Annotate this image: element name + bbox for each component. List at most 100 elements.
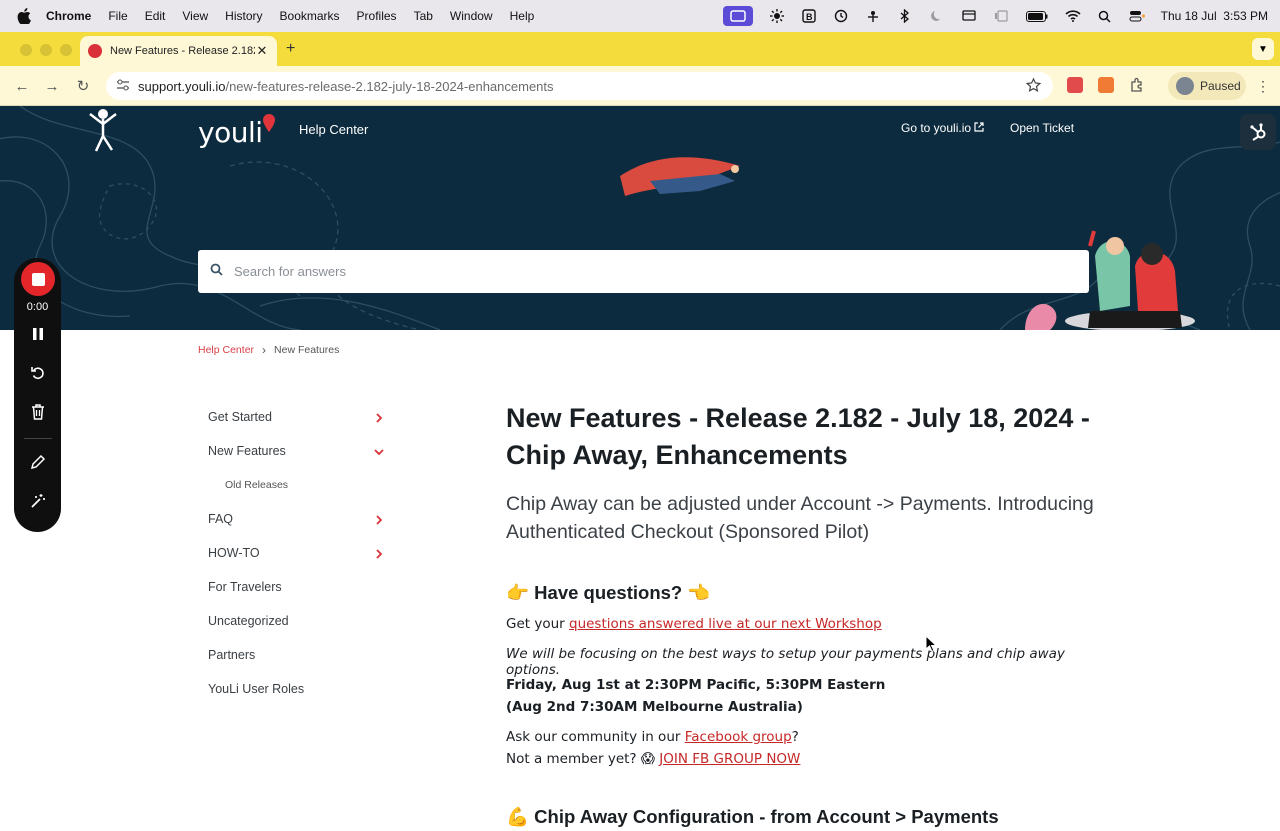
- sidebar-item-how-to[interactable]: HOW-TO: [208, 546, 388, 560]
- browser-menu-icon[interactable]: ⋮: [1256, 78, 1270, 95]
- trash-icon[interactable]: [27, 401, 49, 423]
- menu-bookmarks[interactable]: Bookmarks: [280, 9, 340, 23]
- open-ticket-link[interactable]: Open Ticket: [1010, 121, 1074, 135]
- extension-red-icon[interactable]: [1067, 77, 1083, 93]
- hubspot-widget-button[interactable]: [1240, 114, 1276, 150]
- moon-icon[interactable]: [929, 8, 945, 24]
- sidebar-item-label: FAQ: [208, 512, 234, 526]
- sidebar-item-uncategorized[interactable]: Uncategorized: [208, 614, 388, 628]
- menu-app-name[interactable]: Chrome: [46, 9, 91, 23]
- youli-logo[interactable]: youli: [198, 114, 275, 149]
- menu-tab[interactable]: Tab: [414, 9, 433, 23]
- sidebar-item-for-travelers[interactable]: For Travelers: [208, 580, 388, 594]
- browser-tab-strip: New Features - Release 2.182 ✕ + ▼: [0, 32, 1280, 66]
- hubspot-extension-icon[interactable]: [1098, 77, 1114, 93]
- menubar-clock[interactable]: Thu 18 Jul 3:53 PM: [1161, 9, 1268, 23]
- menubar-status-area: B Thu 18 Jul 3:53 PM: [722, 0, 1268, 32]
- time-machine-icon[interactable]: [833, 8, 849, 24]
- search-box[interactable]: [198, 250, 1089, 293]
- extensions-puzzle-icon[interactable]: [1129, 77, 1145, 93]
- maximize-window-button[interactable]: [60, 44, 72, 56]
- member-paragraph: Not a member yet? 😱 JOIN FB GROUP NOW: [506, 751, 1096, 767]
- bluetooth-icon[interactable]: [897, 8, 913, 24]
- focus-paragraph: We will be focusing on the best ways to …: [506, 646, 1065, 678]
- avatar: [1176, 77, 1194, 95]
- new-tab-icon[interactable]: +: [286, 40, 295, 58]
- minimize-window-button[interactable]: [40, 44, 52, 56]
- mouse-cursor-icon: [925, 635, 937, 653]
- chevron-down-icon[interactable]: [374, 447, 384, 457]
- app-root: Chrome File Edit View History Bookmarks …: [0, 0, 1280, 831]
- close-tab-icon[interactable]: ✕: [255, 43, 269, 59]
- sidebar-item-faq[interactable]: FAQ: [208, 512, 388, 526]
- sidebar-item-get-started[interactable]: Get Started: [208, 410, 388, 424]
- breadcrumb-chevron-icon: ›: [262, 343, 267, 357]
- forward-icon[interactable]: →: [42, 76, 62, 96]
- address-bar[interactable]: support.youli.io/new-features-release-2.…: [106, 72, 1053, 100]
- chevron-right-icon[interactable]: [374, 549, 384, 559]
- menu-window[interactable]: Window: [450, 9, 493, 23]
- stage-manager-icon[interactable]: [993, 8, 1009, 24]
- reload-icon[interactable]: ↻: [73, 76, 93, 96]
- join-fb-group-link[interactable]: JOIN FB GROUP NOW: [659, 751, 800, 767]
- stop-recording-button[interactable]: [21, 262, 55, 296]
- sidebar-item-label: YouLi User Roles: [208, 682, 305, 696]
- external-link-icon: [974, 122, 984, 132]
- screen-recorder-icon[interactable]: [722, 6, 753, 26]
- menu-file[interactable]: File: [108, 9, 127, 23]
- pause-icon[interactable]: [27, 323, 49, 345]
- screen-recorder-toolbar: 0:00: [14, 258, 61, 532]
- sidebar-item-partners[interactable]: Partners: [208, 648, 388, 662]
- chip-away-config-heading: 💪 Chip Away Configuration - from Account…: [506, 806, 999, 827]
- topographic-background: [0, 106, 1280, 330]
- menu-history[interactable]: History: [225, 9, 262, 23]
- ask-suffix-text: ?: [791, 729, 799, 745]
- toolbar-divider: [24, 438, 52, 439]
- sidebar-item-user-roles[interactable]: YouLi User Roles: [208, 682, 388, 696]
- go-to-youli-link[interactable]: Go to youli.io: [901, 121, 984, 135]
- go-to-youli-label: Go to youli.io: [901, 121, 972, 135]
- spotlight-search-icon[interactable]: [1097, 8, 1113, 24]
- restart-icon[interactable]: [27, 362, 49, 384]
- sidebar-item-label: Old Releases: [225, 479, 289, 491]
- article-title: New Features - Release 2.182 - July 18, …: [506, 403, 1090, 470]
- help-center-link[interactable]: Help Center: [299, 122, 368, 137]
- search-input[interactable]: [234, 264, 1034, 279]
- youli-favicon-icon: [88, 44, 102, 58]
- control-center-icon[interactable]: [1129, 8, 1145, 24]
- workshop-paragraph: Get your questions answered live at our …: [506, 616, 1096, 632]
- url-path: /new-features-release-2.182-july-18-2024…: [225, 78, 554, 94]
- back-icon[interactable]: ←: [12, 76, 32, 96]
- b-app-icon[interactable]: B: [801, 8, 817, 24]
- display-icon[interactable]: [961, 8, 977, 24]
- close-window-button[interactable]: [20, 44, 32, 56]
- wifi-icon[interactable]: [1065, 8, 1081, 24]
- menu-profiles[interactable]: Profiles: [357, 9, 397, 23]
- profile-paused-button[interactable]: Paused: [1168, 72, 1246, 100]
- bookmark-star-icon[interactable]: [1025, 77, 1042, 96]
- breadcrumb: Help Center › New Features: [198, 343, 339, 357]
- site-settings-icon[interactable]: [116, 79, 130, 94]
- apple-icon[interactable]: [16, 8, 32, 24]
- facebook-group-link[interactable]: Facebook group: [685, 729, 792, 745]
- browser-tab-active[interactable]: New Features - Release 2.182 ✕: [80, 36, 277, 66]
- menu-help[interactable]: Help: [510, 9, 535, 23]
- sidebar-item-label: Get Started: [208, 410, 272, 424]
- magic-wand-icon[interactable]: [27, 490, 49, 512]
- menu-edit[interactable]: Edit: [145, 9, 166, 23]
- get-your-text: Get your: [506, 616, 569, 632]
- chevron-right-icon[interactable]: [374, 413, 384, 423]
- breadcrumb-home-link[interactable]: Help Center: [198, 344, 254, 356]
- workshop-link[interactable]: questions answered live at our next Work…: [569, 616, 882, 632]
- sidebar-item-old-releases[interactable]: Old Releases: [225, 479, 405, 491]
- flying-hero-illustration: [620, 157, 740, 196]
- network-icon[interactable]: [865, 8, 881, 24]
- sidebar-item-new-features[interactable]: New Features: [208, 444, 388, 458]
- tab-search-chevron-icon[interactable]: ▼: [1252, 38, 1274, 60]
- sidebar-item-label: New Features: [208, 444, 286, 458]
- chevron-right-icon[interactable]: [374, 515, 384, 525]
- pen-icon[interactable]: [27, 451, 49, 473]
- menu-view[interactable]: View: [182, 9, 208, 23]
- tab-title: New Features - Release 2.182: [110, 45, 255, 57]
- sun-icon[interactable]: [769, 8, 785, 24]
